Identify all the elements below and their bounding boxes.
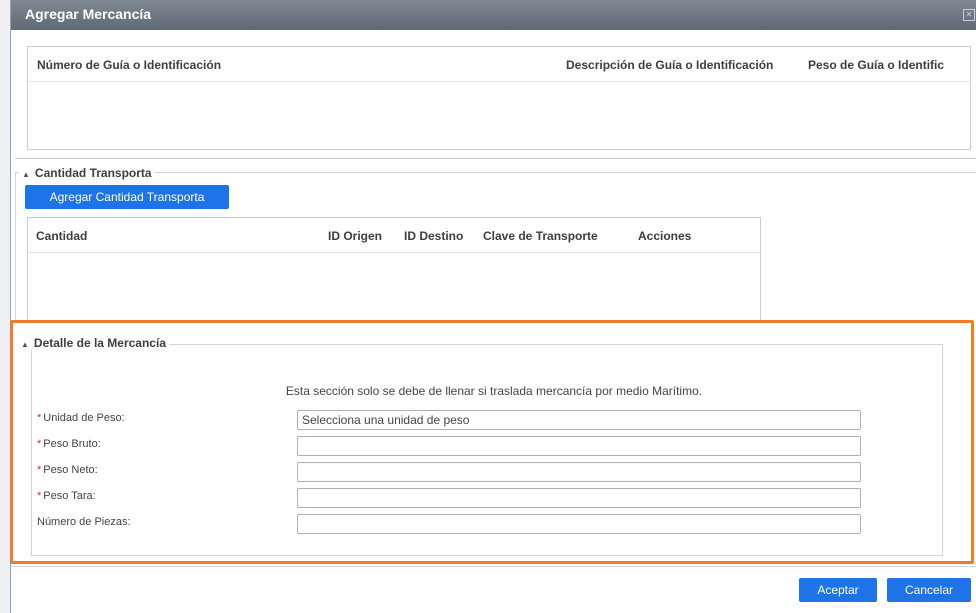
col-clave-transporte[interactable]: Clave de Transporte <box>483 229 598 243</box>
col-id-origen[interactable]: ID Origen <box>328 229 382 243</box>
guias-table-header: Número de Guía o Identificación Descripc… <box>28 47 970 82</box>
collapse-triangle-icon: ▲ <box>22 170 30 179</box>
cantidad-table-header: Cantidad ID Origen ID Destino Clave de T… <box>28 218 760 253</box>
col-peso-guia[interactable]: Peso de Guía o Identific <box>808 58 944 72</box>
dialog-title: Agregar Mercancía <box>25 6 152 22</box>
col-acciones[interactable]: Acciones <box>638 229 691 243</box>
collapse-triangle-icon: ▲ <box>21 340 29 349</box>
col-numero-guia[interactable]: Número de Guía o Identificación <box>37 58 221 72</box>
close-icon[interactable]: ✕ <box>963 9 975 21</box>
guias-table: Número de Guía o Identificación Descripc… <box>27 46 971 150</box>
col-descripcion-guia[interactable]: Descripción de Guía o Identificación <box>566 58 773 72</box>
aceptar-button[interactable]: Aceptar <box>799 578 877 602</box>
cantidad-transporta-legend[interactable]: ▲ Cantidad Transporta <box>19 166 155 180</box>
cantidad-transporta-table: Cantidad ID Origen ID Destino Clave de T… <box>27 217 761 323</box>
footer-divider <box>11 566 976 567</box>
divider <box>15 158 976 159</box>
cancelar-button[interactable]: Cancelar <box>887 578 971 602</box>
col-id-destino[interactable]: ID Destino <box>404 229 463 243</box>
detalle-mercancia-legend[interactable]: ▲ Detalle de la Mercancía <box>18 336 169 350</box>
dialog-titlebar[interactable]: Agregar Mercancía ✕ <box>11 0 976 30</box>
detalle-highlight-frame <box>10 320 974 564</box>
col-cantidad[interactable]: Cantidad <box>36 229 87 243</box>
agregar-cantidad-transporta-button[interactable]: Agregar Cantidad Transporta <box>25 185 229 209</box>
